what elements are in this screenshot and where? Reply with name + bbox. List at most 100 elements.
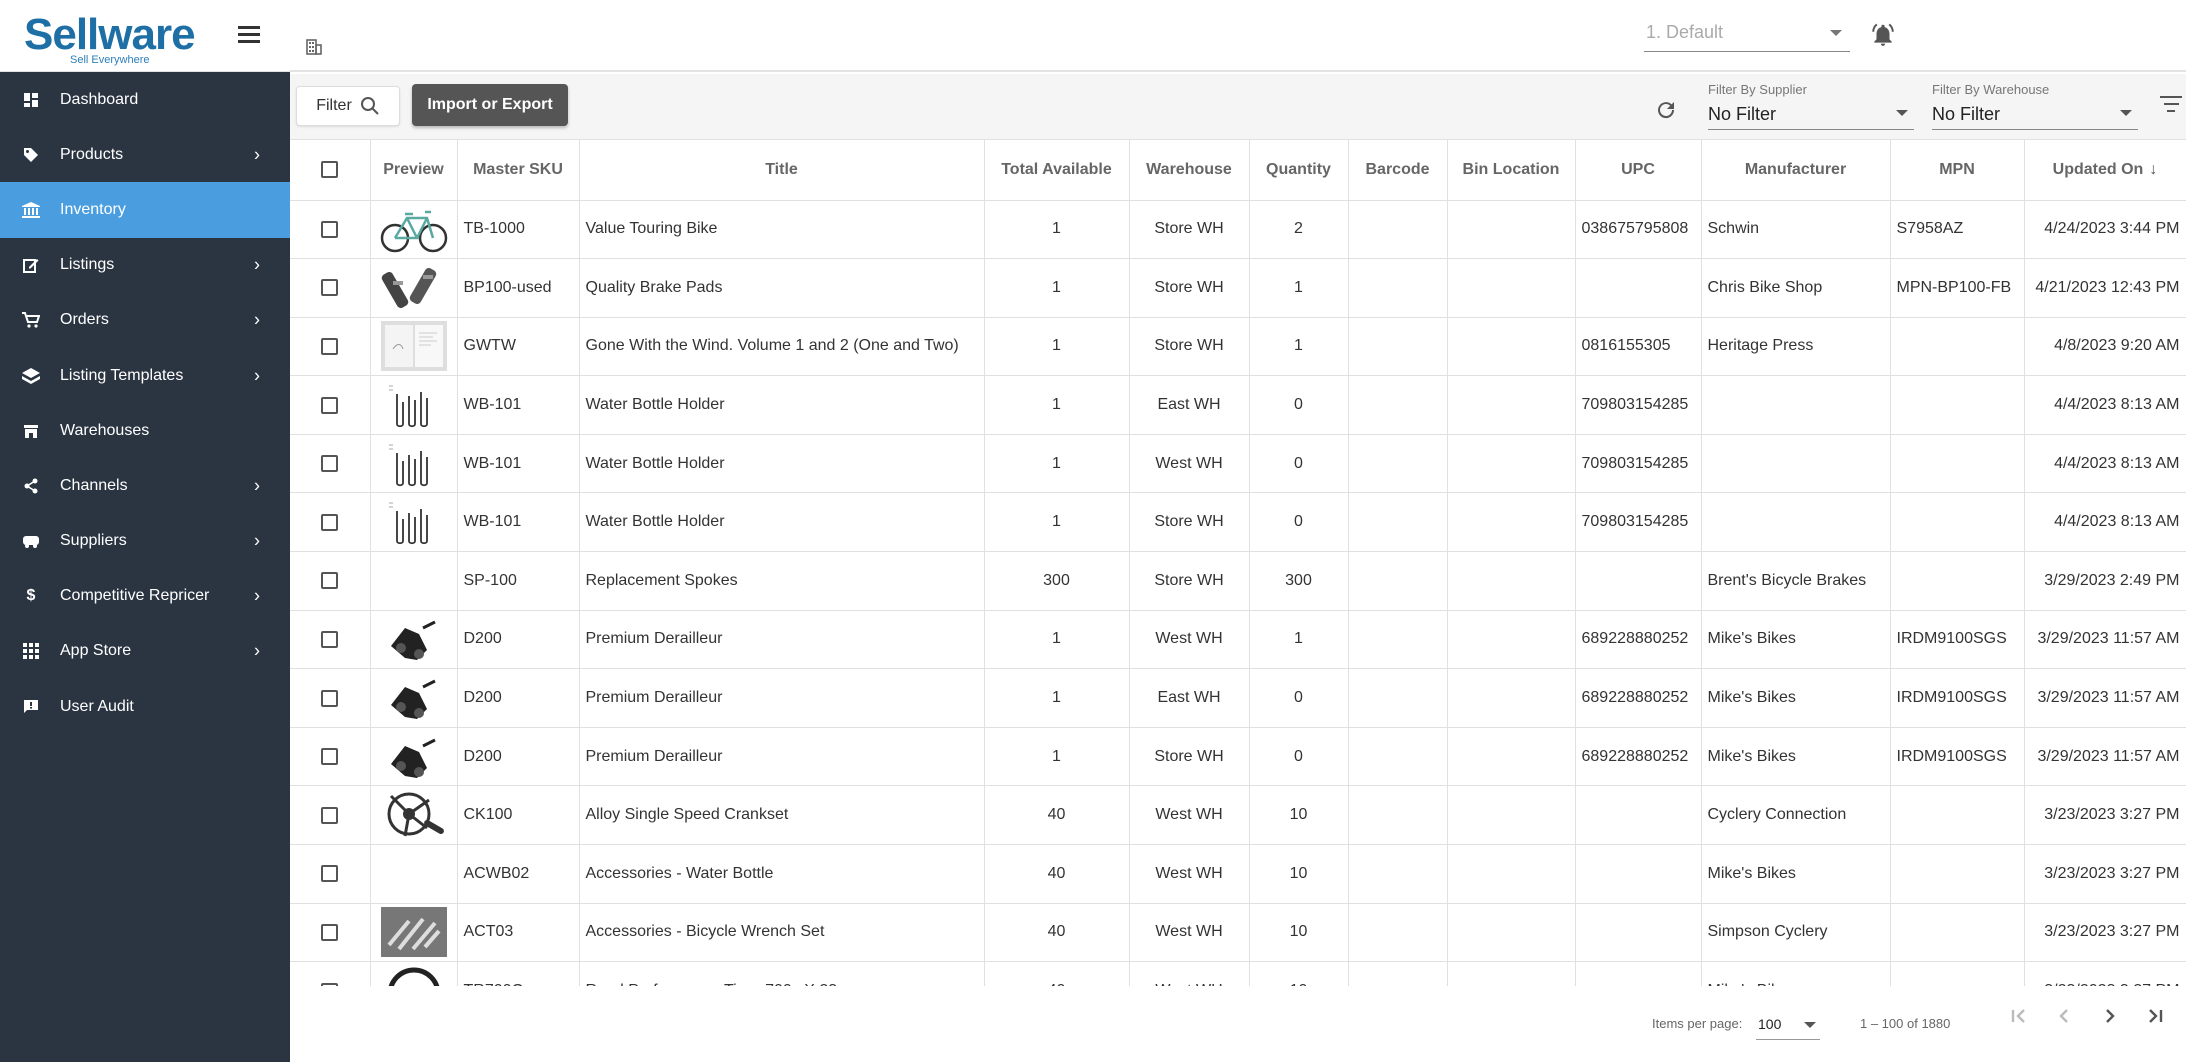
sidebar-item-orders[interactable]: Orders ›	[0, 293, 290, 348]
table-row[interactable]: BP100-used Quality Brake Pads 1 Store WH 1 Ch…	[290, 258, 2186, 318]
table-row[interactable]: D200 Premium Derailleur 1 West WH 1 689228880…	[290, 610, 2186, 670]
sidebar-item-suppliers[interactable]: Suppliers ›	[0, 514, 290, 569]
row-checkbox[interactable]	[321, 572, 339, 590]
table-row[interactable]: GWTW Gone With the Wind. Volume 1 and 2 (…	[290, 317, 2186, 377]
preview-cell	[370, 258, 458, 318]
product-thumbnail[interactable]	[379, 437, 449, 491]
total-available-cell: 40	[984, 961, 1130, 986]
table-row[interactable]: SP-100 Replacement Spokes 300 Store WH 300 Br…	[290, 551, 2186, 611]
next-page-icon[interactable]	[2098, 1004, 2122, 1028]
column-header-quantity[interactable]: Quantity	[1249, 140, 1349, 201]
preview-cell	[370, 610, 458, 670]
table-row[interactable]: D200 Premium Derailleur 1 Store WH 0 68922888…	[290, 727, 2186, 787]
column-header-total-available[interactable]: Total Available	[984, 140, 1130, 201]
mpn-cell: IRDM9100SGS	[1890, 668, 2025, 728]
sidebar-item-warehouses[interactable]: Warehouses	[0, 403, 290, 458]
sidebar-item-dashboard[interactable]: Dashboard	[0, 72, 290, 127]
store-select-value: 1. Default	[1646, 22, 1724, 42]
column-header-bin-location[interactable]: Bin Location	[1447, 140, 1576, 201]
sidebar-item-products[interactable]: Products ›	[0, 127, 290, 182]
import-export-button[interactable]: Import or Export	[412, 84, 568, 126]
row-checkbox[interactable]	[321, 923, 339, 941]
bin-location-cell	[1447, 727, 1576, 787]
inventory-table-container[interactable]: Preview Master SKU Title Total Available…	[290, 140, 2186, 986]
warehouse-cell: West WH	[1129, 785, 1250, 846]
product-thumbnail[interactable]	[379, 964, 449, 986]
table-row[interactable]: TR700CRoad Performance Tire - 700c X 23m…	[290, 961, 2186, 986]
row-checkbox[interactable]	[321, 806, 339, 824]
product-thumbnail[interactable]	[379, 905, 449, 959]
row-checkbox[interactable]	[321, 455, 339, 473]
table-row[interactable]: TB-1000 Value Touring Bike 1 Store WH 2 03867…	[290, 200, 2186, 260]
sidebar-item-competitive-repricer[interactable]: $ Competitive Repricer ›	[0, 569, 290, 624]
upc-cell	[1575, 844, 1702, 904]
row-checkbox[interactable]	[321, 748, 339, 766]
chevron-right-icon: ›	[254, 309, 260, 330]
column-header-upc[interactable]: UPC	[1575, 140, 1702, 201]
product-thumbnail[interactable]	[379, 788, 449, 842]
sidebar-item-listing-templates[interactable]: Listing Templates ›	[0, 348, 290, 403]
manufacturer-cell: Brent's Bicycle Brakes	[1701, 551, 1891, 611]
sidebar-item-listings[interactable]: Listings ›	[0, 238, 290, 293]
sidebar-item-user-audit[interactable]: User Audit	[0, 679, 290, 734]
product-thumbnail[interactable]	[379, 202, 449, 256]
sidebar-item-channels[interactable]: Channels ›	[0, 458, 290, 513]
filter-button[interactable]: Filter	[296, 86, 400, 126]
logo-area: Sellware Sell Everywhere	[0, 0, 290, 72]
column-header-manufacturer[interactable]: Manufacturer	[1701, 140, 1891, 201]
filter-list-icon[interactable]	[2160, 96, 2182, 117]
table-row[interactable]: ACWB02 Accessories - Water Bottle 40 West W…	[290, 844, 2186, 904]
row-checkbox[interactable]	[321, 396, 339, 414]
title-cell: Alloy Single Speed Crankset	[579, 785, 985, 846]
barcode-cell	[1348, 961, 1448, 986]
product-thumbnail[interactable]	[379, 612, 449, 666]
row-checkbox[interactable]	[321, 630, 339, 648]
supplier-filter-select[interactable]: Filter By Supplier No Filter	[1708, 78, 1914, 130]
row-checkbox[interactable]	[321, 337, 339, 355]
previous-page-icon[interactable]	[2052, 1004, 2076, 1028]
column-header-master-sku[interactable]: Master SKU	[457, 140, 580, 201]
product-thumbnail[interactable]	[379, 261, 449, 315]
row-checkbox[interactable]	[321, 279, 339, 297]
product-thumbnail[interactable]	[379, 671, 449, 725]
column-header-preview[interactable]: Preview	[370, 140, 458, 201]
column-header-title[interactable]: Title	[579, 140, 985, 201]
product-thumbnail[interactable]	[379, 495, 449, 549]
product-thumbnail[interactable]	[379, 730, 449, 784]
menu-icon[interactable]	[238, 26, 260, 44]
store-select[interactable]: 1. Default	[1644, 16, 1850, 52]
select-all-checkbox[interactable]	[321, 161, 339, 179]
column-header-updated-on[interactable]: Updated On ↓	[2024, 140, 2186, 201]
row-checkbox[interactable]	[321, 689, 339, 707]
row-checkbox[interactable]	[321, 513, 339, 531]
warehouse-filter-select[interactable]: Filter By Warehouse No Filter	[1932, 78, 2138, 130]
items-per-page-select[interactable]: 100	[1756, 1010, 1820, 1040]
refresh-icon[interactable]	[1654, 98, 1678, 122]
column-header-barcode[interactable]: Barcode	[1348, 140, 1448, 201]
mpn-cell	[1890, 961, 2025, 986]
table-row[interactable]: CK100 Alloy Single Speed Crankset 40 West W…	[290, 785, 2186, 846]
bell-icon[interactable]	[1870, 22, 1896, 48]
table-row[interactable]: D200 Premium Derailleur 1 East WH 0 689228880…	[290, 668, 2186, 728]
updated-on-label: Updated On	[2052, 160, 2144, 178]
table-row[interactable]: WB-101 Water Bottle Holder 1 Store WH 0 70980…	[290, 492, 2186, 553]
updated-on-cell: 4/21/2023 12:43 PM	[2024, 258, 2186, 318]
row-checkbox[interactable]	[321, 220, 339, 238]
bin-location-cell	[1447, 903, 1576, 963]
first-page-icon[interactable]	[2006, 1004, 2030, 1028]
last-page-icon[interactable]	[2144, 1004, 2168, 1028]
product-thumbnail[interactable]	[379, 319, 449, 373]
column-header-warehouse[interactable]: Warehouse	[1129, 140, 1250, 201]
sidebar-item-inventory[interactable]: Inventory	[0, 182, 290, 238]
table-row[interactable]: WB-101 Water Bottle Holder 1 East WH 0 709803…	[290, 375, 2186, 435]
building-icon[interactable]	[304, 36, 324, 56]
product-thumbnail[interactable]	[379, 378, 449, 432]
table-row[interactable]: WB-101 Water Bottle Holder 1 West WH 0 709803…	[290, 434, 2186, 494]
table-row[interactable]: ACT03 Accessories - Bicycle Wrench Set 40 W…	[290, 903, 2186, 963]
warehouse-filter-label: Filter By Warehouse	[1932, 82, 2050, 97]
mpn-cell: MPN-BP100-FB	[1890, 258, 2025, 318]
row-checkbox[interactable]	[321, 865, 339, 883]
logo[interactable]: Sellware	[24, 10, 196, 60]
column-header-mpn[interactable]: MPN	[1890, 140, 2025, 201]
sidebar-item-app-store[interactable]: App Store ›	[0, 624, 290, 679]
